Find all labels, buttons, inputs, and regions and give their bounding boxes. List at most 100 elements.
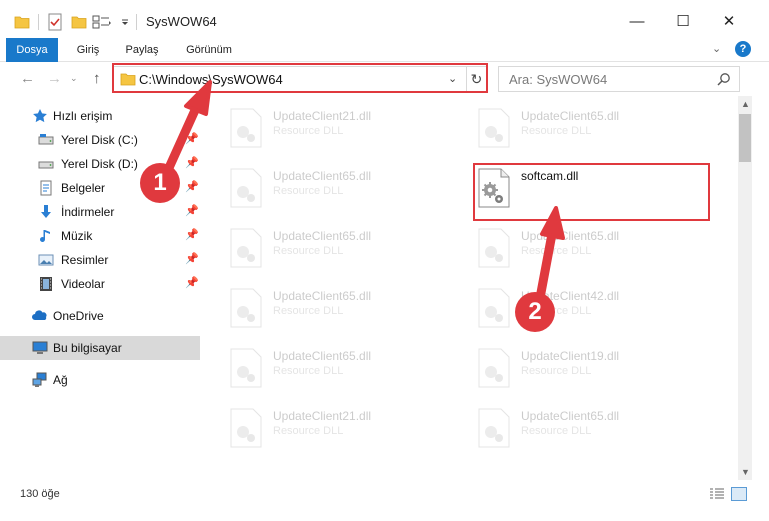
tab-view[interactable]: Görünüm xyxy=(176,38,242,62)
search-input[interactable] xyxy=(499,67,709,91)
dll-file-icon xyxy=(477,108,511,148)
file-name: UpdateClient65.dll xyxy=(273,169,372,183)
large-icons-view-icon[interactable] xyxy=(731,487,747,501)
close-button[interactable]: ✕ xyxy=(706,6,752,36)
vertical-scrollbar[interactable]: ▲ ▼ xyxy=(738,96,752,480)
sidebar-item-label: Müzik xyxy=(61,229,93,243)
sidebar-item-pictures[interactable]: Resimler 📌 xyxy=(0,248,200,272)
file-item[interactable]: UpdateClient21.dll Resource DLL xyxy=(229,104,459,152)
file-name: UpdateClient21.dll xyxy=(273,409,372,423)
file-item[interactable]: UpdateClient65.dll Resource DLL xyxy=(477,224,707,272)
file-item[interactable]: UpdateClient65.dll Resource DLL xyxy=(477,104,707,152)
details-view-icon[interactable] xyxy=(709,488,725,500)
dll-file-icon xyxy=(229,168,263,208)
file-item[interactable]: UpdateClient42.dll Resource DLL xyxy=(477,284,707,332)
dll-file-icon xyxy=(477,288,511,328)
file-name: UpdateClient21.dll xyxy=(273,109,372,123)
dll-file-icon xyxy=(229,408,263,448)
tab-share[interactable]: Paylaş xyxy=(120,38,164,62)
scroll-down-icon[interactable]: ▼ xyxy=(741,467,750,477)
downloads-icon xyxy=(38,204,54,220)
pin-icon[interactable]: 📌 xyxy=(185,156,199,169)
recent-locations-dropdown[interactable]: ⌄ xyxy=(70,73,78,84)
address-path[interactable]: C:\Windows\SysWOW64 xyxy=(139,72,283,87)
file-type: Resource DLL xyxy=(521,245,592,257)
file-name: UpdateClient65.dll xyxy=(521,409,620,423)
address-dropdown-button[interactable]: ⌄ xyxy=(448,72,457,85)
minimize-button[interactable]: — xyxy=(614,6,660,36)
sidebar-item-label: Yerel Disk (C:) xyxy=(61,133,138,147)
toolbar-separator xyxy=(136,14,137,30)
file-item[interactable]: UpdateClient65.dll Resource DLL xyxy=(477,404,707,452)
tab-file[interactable]: Dosya xyxy=(6,38,58,62)
file-name: UpdateClient65.dll xyxy=(273,289,372,303)
sidebar-item-label: Bu bilgisayar xyxy=(53,341,122,355)
sidebar-item-network[interactable]: Ağ xyxy=(0,368,200,392)
file-item[interactable]: UpdateClient21.dll Resource DLL xyxy=(229,404,459,452)
dll-gear-file-icon xyxy=(477,168,511,208)
window-title: SysWOW64 xyxy=(146,14,217,29)
pin-icon[interactable]: 📌 xyxy=(185,228,199,241)
dll-file-icon xyxy=(477,348,511,388)
folder-icon[interactable] xyxy=(14,12,32,32)
sidebar-item-this-pc[interactable]: Bu bilgisayar xyxy=(0,336,200,360)
drive-c-icon xyxy=(38,132,54,148)
file-item[interactable]: UpdateClient65.dll Resource DLL xyxy=(229,284,459,332)
customize-dropdown-icon[interactable] xyxy=(120,12,132,32)
search-box[interactable] xyxy=(498,66,740,92)
pin-icon[interactable]: 📌 xyxy=(185,204,199,217)
sidebar-item-onedrive[interactable]: OneDrive xyxy=(0,304,200,328)
file-item-softcam[interactable]: softcam.dll xyxy=(477,164,707,212)
pictures-icon xyxy=(38,252,54,268)
file-name: softcam.dll xyxy=(521,169,579,183)
view-options-icon[interactable] xyxy=(92,12,116,32)
pin-icon[interactable]: 📌 xyxy=(185,252,199,265)
file-item[interactable]: UpdateClient65.dll Resource DLL xyxy=(229,344,459,392)
sidebar-item-label: Hızlı erişim xyxy=(53,109,113,123)
sidebar-item-drive-c[interactable]: Yerel Disk (C:) 📌 xyxy=(0,128,200,152)
pin-icon[interactable]: 📌 xyxy=(185,132,199,145)
sidebar-item-quick-access[interactable]: Hızlı erişim xyxy=(0,104,200,128)
navigation-pane: Hızlı erişim Yerel Disk (C:) 📌 Yerel Dis… xyxy=(0,96,205,480)
sidebar-item-downloads[interactable]: İndirmeler 📌 xyxy=(0,200,200,224)
tab-home[interactable]: Giriş xyxy=(68,38,108,62)
dll-file-icon xyxy=(229,228,263,268)
pin-icon[interactable]: 📌 xyxy=(185,180,199,193)
sidebar-item-music[interactable]: Müzik 📌 xyxy=(0,224,200,248)
maximize-button[interactable]: ☐ xyxy=(660,6,706,36)
pin-icon[interactable]: 📌 xyxy=(185,276,199,289)
search-icon[interactable] xyxy=(717,72,731,89)
network-icon xyxy=(32,372,48,388)
dll-file-icon xyxy=(229,288,263,328)
back-button[interactable]: ← xyxy=(20,70,35,87)
address-bar[interactable]: C:\Windows\SysWOW64 ⌄ ↻ xyxy=(113,66,487,92)
file-type: Resource DLL xyxy=(273,185,344,197)
properties-icon[interactable] xyxy=(47,12,65,32)
dll-file-icon xyxy=(477,408,511,448)
expand-ribbon-icon[interactable]: ⌄ xyxy=(712,42,721,55)
file-item[interactable]: UpdateClient65.dll Resource DLL xyxy=(229,164,459,212)
refresh-button[interactable]: ↻ xyxy=(466,67,486,91)
help-icon[interactable]: ? xyxy=(735,41,751,57)
file-item[interactable]: UpdateClient65.dll Resource DLL xyxy=(229,224,459,272)
dll-file-icon xyxy=(229,108,263,148)
videos-icon xyxy=(38,276,54,292)
onedrive-icon xyxy=(32,308,48,324)
scroll-up-icon[interactable]: ▲ xyxy=(741,99,750,109)
file-type: Resource DLL xyxy=(273,425,344,437)
up-button[interactable]: ↑ xyxy=(93,70,101,87)
file-name: UpdateClient65.dll xyxy=(273,349,372,363)
file-type: Resource DLL xyxy=(521,365,592,377)
forward-button[interactable]: → xyxy=(47,70,62,87)
sidebar-item-label: Ağ xyxy=(53,373,68,387)
dll-file-icon xyxy=(477,228,511,268)
computer-icon xyxy=(32,340,48,356)
file-item[interactable]: UpdateClient19.dll Resource DLL xyxy=(477,344,707,392)
sidebar-item-label: Resimler xyxy=(61,253,109,267)
navigation-bar: ← → ⌄ ↑ C:\Windows\SysWOW64 ⌄ ↻ xyxy=(0,62,769,96)
sidebar-item-videos[interactable]: Videolar 📌 xyxy=(0,272,200,296)
new-folder-icon[interactable] xyxy=(71,12,89,32)
file-type: Resource DLL xyxy=(273,305,344,317)
scrollbar-thumb[interactable] xyxy=(739,114,751,162)
file-type: Resource DLL xyxy=(273,125,344,137)
